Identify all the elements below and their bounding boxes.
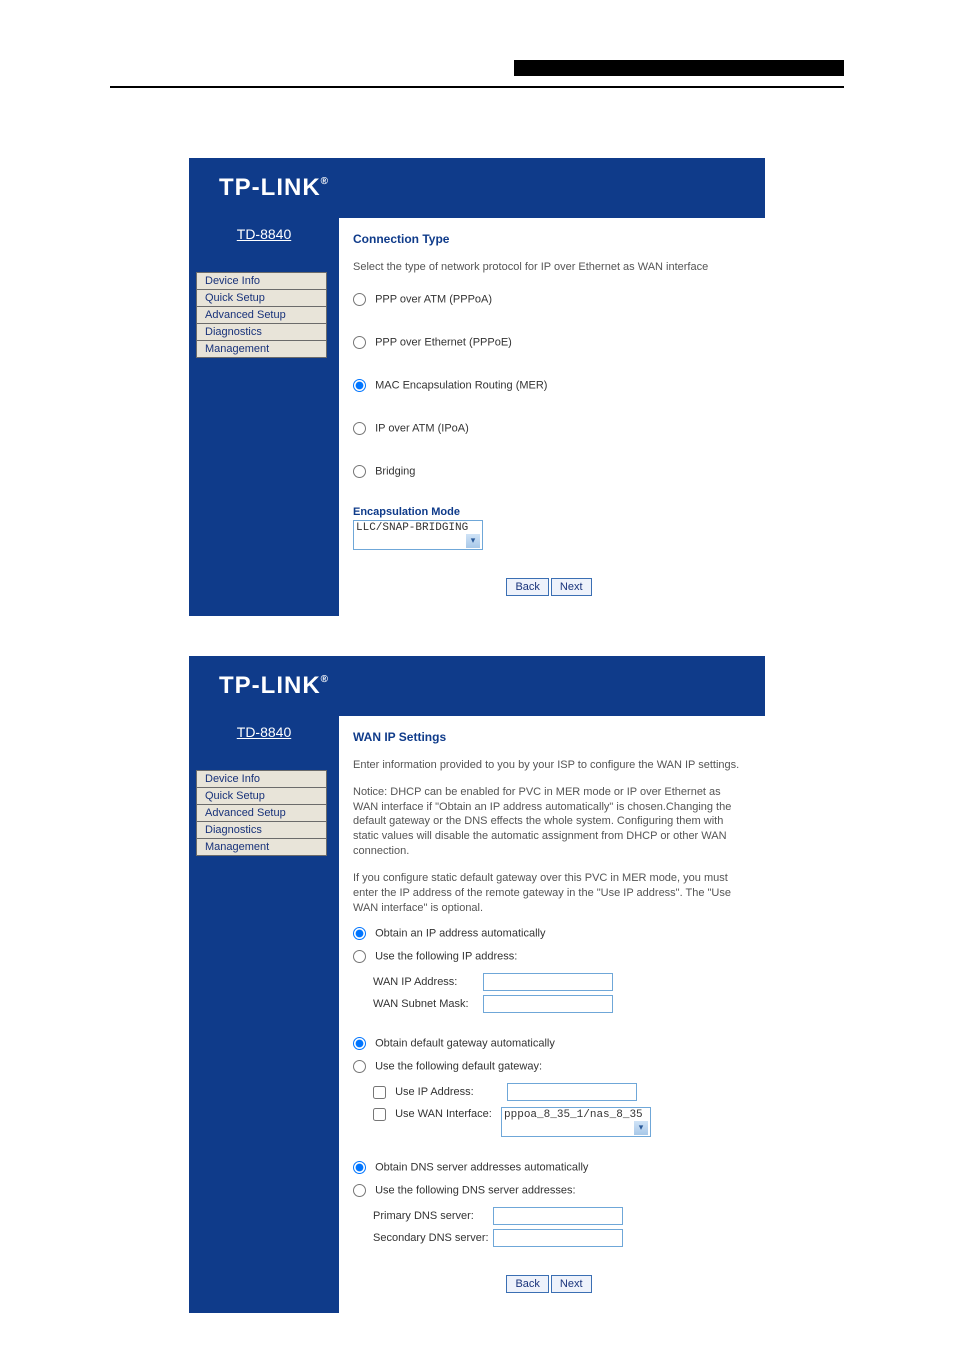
- radio-dns-auto-label: Obtain DNS server addresses automaticall…: [375, 1162, 588, 1174]
- radio-dns-auto[interactable]: [353, 1161, 366, 1174]
- radio-pppoe-label: PPP over Ethernet (PPPoE): [375, 336, 512, 348]
- radio-pppoe-row[interactable]: PPP over Ethernet (PPPoE): [353, 336, 745, 349]
- page-title: Connection Type: [353, 232, 745, 246]
- back-button[interactable]: Back: [506, 1275, 548, 1293]
- nav-advanced-setup[interactable]: Advanced Setup: [196, 804, 327, 822]
- intro-p2: Notice: DHCP can be enabled for PVC in M…: [353, 785, 745, 859]
- next-button[interactable]: Next: [551, 1275, 592, 1293]
- intro-p1: Enter information provided to you by you…: [353, 758, 745, 773]
- doc-header-black-bar: [0, 60, 954, 80]
- radio-gw-static-row[interactable]: Use the following default gateway:: [353, 1060, 745, 1073]
- secondary-dns-label: Secondary DNS server:: [353, 1232, 493, 1244]
- radio-gw-auto-row[interactable]: Obtain default gateway automatically: [353, 1037, 745, 1050]
- router-ui-wan-ip-settings: TP-LINK® TD-8840 Device Info Quick Setup…: [189, 656, 765, 1314]
- wan-ip-input[interactable]: [483, 973, 613, 991]
- radio-pppoa-label: PPP over ATM (PPPoA): [375, 293, 492, 305]
- radio-ipoa-row[interactable]: IP over ATM (IPoA): [353, 422, 745, 435]
- radio-ip-auto-row[interactable]: Obtain an IP address automatically: [353, 927, 745, 940]
- radio-gw-auto-label: Obtain default gateway automatically: [375, 1038, 555, 1050]
- nav-device-info[interactable]: Device Info: [196, 272, 327, 290]
- chevron-down-icon: ▾: [466, 534, 480, 548]
- chk-use-wan-row[interactable]: Use WAN Interface: pppoa_8_35_1/nas_8_35…: [373, 1105, 745, 1137]
- radio-dns-static-row[interactable]: Use the following DNS server addresses:: [353, 1184, 745, 1197]
- brand-header: TP-LINK®: [189, 158, 765, 218]
- radio-ip-static-label: Use the following IP address:: [375, 951, 517, 963]
- brand-header: TP-LINK®: [189, 656, 765, 716]
- sidebar: TD-8840 Device Info Quick Setup Advanced…: [189, 716, 339, 1314]
- router-ui-connection-type: TP-LINK® TD-8840 Device Info Quick Setup…: [189, 158, 765, 616]
- chk-use-ip-row[interactable]: Use IP Address:: [373, 1083, 745, 1101]
- radio-ip-static-row[interactable]: Use the following IP address:: [353, 950, 745, 963]
- encap-mode-label: Encapsulation Mode: [353, 506, 745, 518]
- chk-use-ip[interactable]: [373, 1086, 386, 1099]
- nav-device-info[interactable]: Device Info: [196, 770, 327, 788]
- radio-mer-row[interactable]: MAC Encapsulation Routing (MER): [353, 379, 745, 392]
- intro-p3: If you configure static default gateway …: [353, 871, 745, 916]
- radio-dns-auto-row[interactable]: Obtain DNS server addresses automaticall…: [353, 1161, 745, 1174]
- model-label: TD-8840: [189, 716, 339, 744]
- radio-ip-static[interactable]: [353, 950, 366, 963]
- radio-ip-auto-label: Obtain an IP address automatically: [375, 928, 545, 940]
- chk-use-wan-label: Use WAN Interface:: [395, 1108, 492, 1120]
- brand-tm: ®: [321, 176, 329, 187]
- wan-ip-label: WAN IP Address:: [353, 976, 483, 988]
- radio-ip-auto[interactable]: [353, 927, 366, 940]
- radio-bridging-label: Bridging: [375, 465, 415, 477]
- nav-diagnostics[interactable]: Diagnostics: [196, 821, 327, 839]
- page-title: WAN IP Settings: [353, 730, 745, 744]
- nav-management[interactable]: Management: [196, 838, 327, 856]
- nav-quick-setup[interactable]: Quick Setup: [196, 787, 327, 805]
- brand-text: TP-LINK: [219, 672, 321, 699]
- wan-mask-input[interactable]: [483, 995, 613, 1013]
- sidebar: TD-8840 Device Info Quick Setup Advanced…: [189, 218, 339, 616]
- radio-mer-label: MAC Encapsulation Routing (MER): [375, 379, 547, 391]
- use-ip-input[interactable]: [507, 1083, 637, 1101]
- chk-use-wan-iface[interactable]: [373, 1108, 386, 1121]
- radio-gw-auto[interactable]: [353, 1037, 366, 1050]
- brand-logo: TP-LINK®: [219, 672, 329, 700]
- doc-header-rule: [110, 86, 844, 88]
- radio-bridging-row[interactable]: Bridging: [353, 465, 745, 478]
- radio-ipoa-label: IP over ATM (IPoA): [375, 422, 469, 434]
- content-area: Connection Type Select the type of netwo…: [339, 218, 765, 616]
- radio-pppoa-row[interactable]: PPP over ATM (PPPoA): [353, 293, 745, 306]
- radio-gw-static[interactable]: [353, 1060, 366, 1073]
- radio-dns-static-label: Use the following DNS server addresses:: [375, 1185, 576, 1197]
- nav-advanced-setup[interactable]: Advanced Setup: [196, 306, 327, 324]
- model-label: TD-8840: [189, 218, 339, 246]
- brand-text: TP-LINK: [219, 174, 321, 201]
- back-button[interactable]: Back: [506, 578, 548, 596]
- wan-iface-value: pppoa_8_35_1/nas_8_35: [504, 1109, 643, 1121]
- radio-ipoa[interactable]: [353, 422, 366, 435]
- radio-pppoe[interactable]: [353, 336, 366, 349]
- nav-management[interactable]: Management: [196, 340, 327, 358]
- brand-tm: ®: [321, 674, 329, 685]
- chevron-down-icon: ▾: [634, 1121, 648, 1135]
- next-button[interactable]: Next: [551, 578, 592, 596]
- radio-mer[interactable]: [353, 379, 366, 392]
- brand-logo: TP-LINK®: [219, 174, 329, 202]
- nav-diagnostics[interactable]: Diagnostics: [196, 323, 327, 341]
- nav-quick-setup[interactable]: Quick Setup: [196, 289, 327, 307]
- secondary-dns-input[interactable]: [493, 1229, 623, 1247]
- radio-dns-static[interactable]: [353, 1184, 366, 1197]
- wan-mask-label: WAN Subnet Mask:: [353, 998, 483, 1010]
- radio-pppoa[interactable]: [353, 293, 366, 306]
- content-area: WAN IP Settings Enter information provid…: [339, 716, 765, 1314]
- wan-iface-select[interactable]: pppoa_8_35_1/nas_8_35 ▾: [501, 1107, 651, 1137]
- primary-dns-label: Primary DNS server:: [353, 1210, 493, 1222]
- intro-text: Select the type of network protocol for …: [353, 260, 745, 275]
- radio-bridging[interactable]: [353, 465, 366, 478]
- encap-mode-select[interactable]: LLC/SNAP-BRIDGING ▾: [353, 520, 483, 550]
- encap-mode-value: LLC/SNAP-BRIDGING: [356, 522, 468, 534]
- radio-gw-static-label: Use the following default gateway:: [375, 1061, 542, 1073]
- chk-use-ip-label: Use IP Address:: [395, 1086, 474, 1098]
- primary-dns-input[interactable]: [493, 1207, 623, 1225]
